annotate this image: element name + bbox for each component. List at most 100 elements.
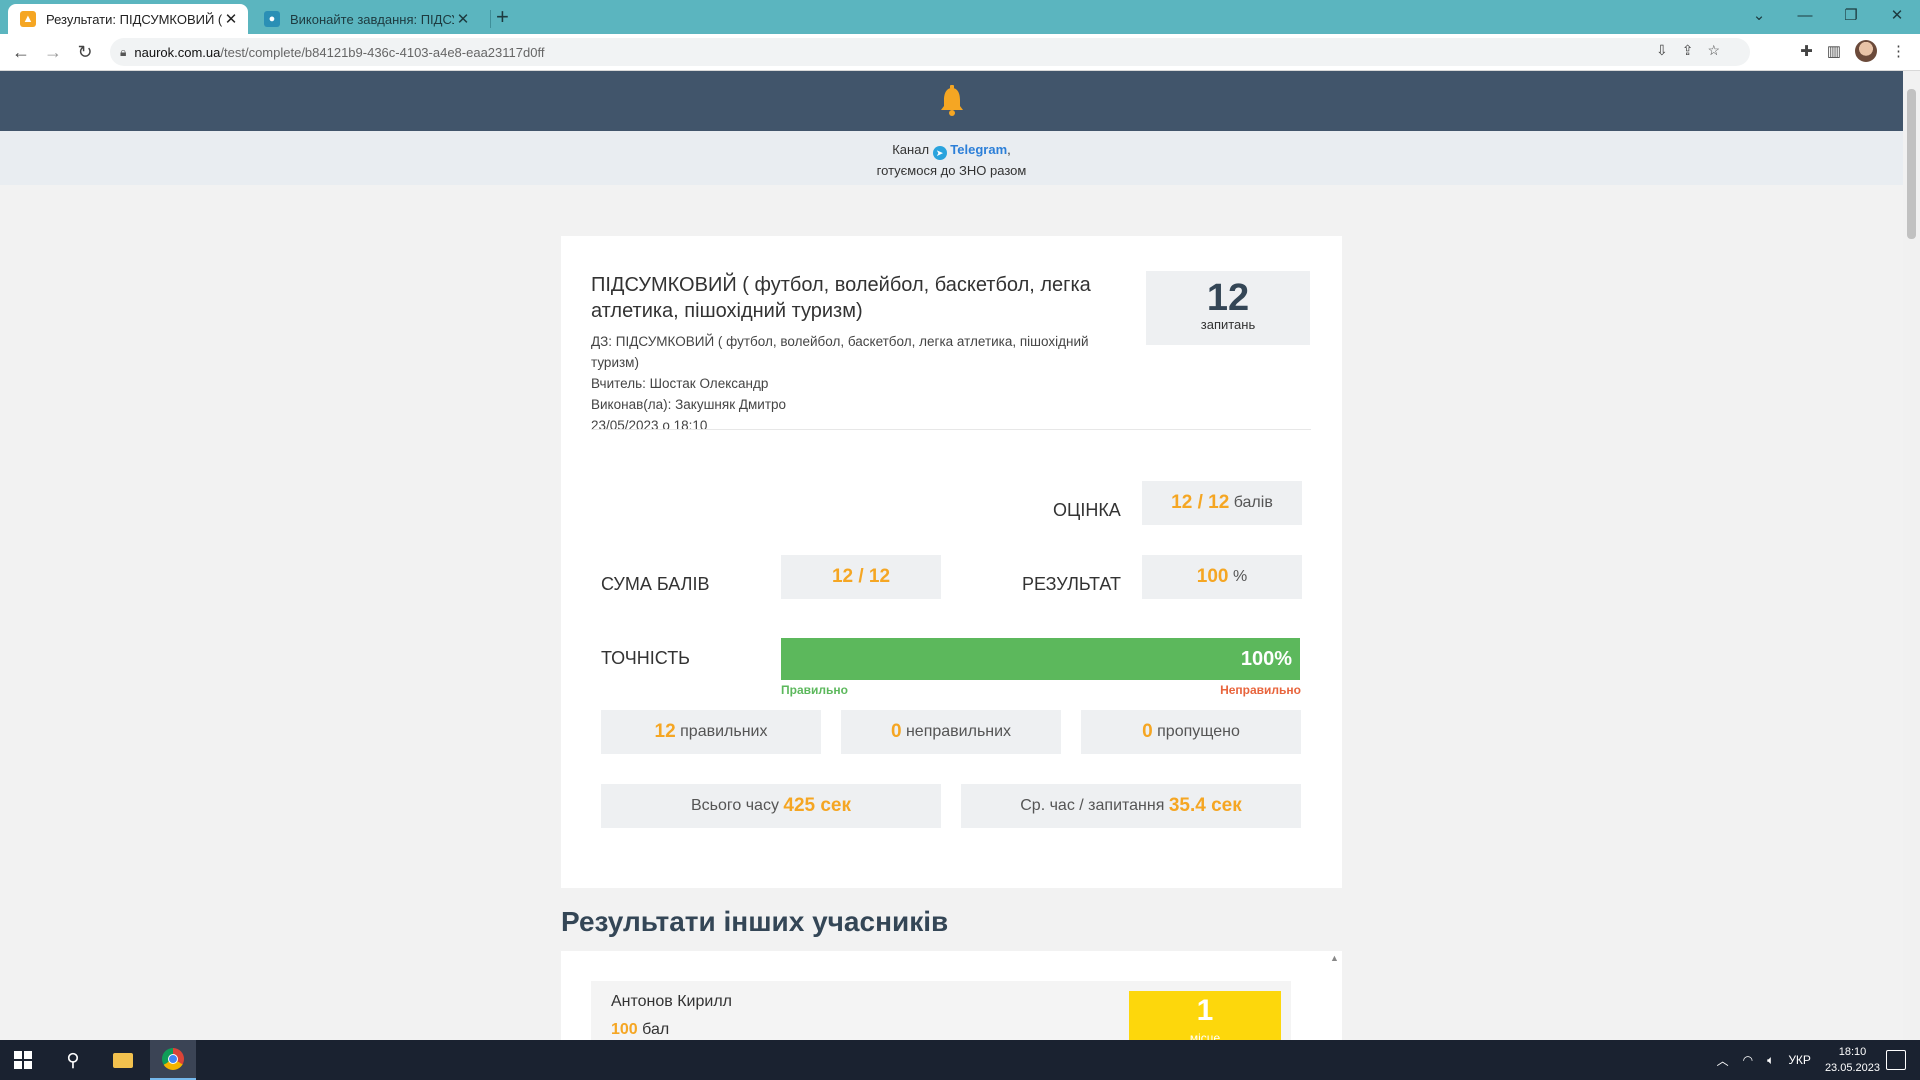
participant-points: 100 бал — [611, 1021, 670, 1038]
accuracy-value: 100% — [1240, 647, 1292, 670]
profile-avatar[interactable] — [1855, 40, 1877, 62]
student-line: Виконав(ла): Закушняк Дмитро — [591, 397, 787, 412]
incorrect-label: неправильних — [905, 723, 1012, 740]
correct-caption: Правильно — [781, 683, 848, 697]
participant-row[interactable]: Антонов Кирилл 100 бал 1 місце — [591, 981, 1291, 1040]
datetime-line: 23/05/2023 о 18:10 — [591, 418, 708, 433]
announce-line2: готуємося до ЗНО разом — [876, 163, 1027, 178]
share-icon[interactable]: ⇪ — [1682, 42, 1694, 59]
close-tab-icon[interactable]: ✕ — [222, 10, 240, 28]
teacher-line: Вчитель: Шостак Олександр — [591, 376, 769, 391]
tab-results[interactable]: ▲ Результати: ПІДСУМКОВИЙ ( фу ✕ — [8, 4, 248, 34]
participant-name: Антонов Кирилл — [611, 993, 732, 1010]
skipped-box: 0 пропущено — [1081, 710, 1301, 754]
avg-time-box: Ср. час / запитання 35.4 сек — [961, 784, 1301, 828]
tab-title: Результати: ПІДСУМКОВИЙ ( фу — [46, 11, 222, 27]
clock-time: 18:10 — [1838, 1046, 1867, 1058]
url-text: naurok.com.ua/test/complete/b84121b9-436… — [134, 44, 545, 60]
homework-line: ДЗ: ПІДСУМКОВИЙ ( футбол, волейбол, баск… — [591, 334, 1089, 370]
sum-value: 12 / 12 — [831, 566, 891, 587]
naurok-bell-logo-icon[interactable] — [935, 84, 969, 118]
incorrect-caption: Неправильно — [1220, 683, 1301, 697]
incorrect-count: 0 — [890, 721, 902, 742]
announce-prefix: Канал — [892, 142, 930, 157]
announce-suffix: , — [1007, 142, 1011, 157]
restore-icon[interactable]: ❐ — [1828, 0, 1874, 30]
incorrect-box: 0 неправильних — [841, 710, 1061, 754]
notifications-icon[interactable] — [1886, 1050, 1906, 1070]
accuracy-label: ТОЧНІСТЬ — [601, 648, 690, 668]
correct-count: 12 — [654, 721, 676, 742]
address-bar[interactable]: 🔒︎ naurok.com.ua/test/complete/b84121b9-… — [110, 38, 1750, 66]
others-heading: Результати інших учасників — [561, 906, 949, 937]
extensions-puzzle-icon[interactable]: ✚ — [1800, 42, 1813, 60]
skipped-label: пропущено — [1157, 723, 1240, 740]
total-time-label: Всього часу — [690, 797, 779, 814]
back-arrow-icon[interactable]: ← — [8, 39, 34, 65]
naurok-favicon-icon: ▲ — [20, 11, 36, 27]
new-tab-icon[interactable]: + — [496, 4, 509, 30]
browser-tab-strip: ▲ Результати: ПІДСУМКОВИЙ ( фу ✕ ● Викон… — [0, 0, 1920, 34]
forward-arrow-icon[interactable]: → — [40, 39, 66, 65]
chrome-taskbar-icon[interactable] — [150, 1040, 196, 1080]
menu-kebab-icon[interactable]: ⋮ — [1891, 42, 1906, 60]
windows-taskbar: ⚲ ︿ ◠ 🔈︎ УКР 18:10 23.05.2023 — [0, 1040, 1920, 1080]
search-icon[interactable]: ⚲ — [50, 1040, 96, 1080]
windows-start-icon[interactable] — [0, 1040, 46, 1080]
tab-search-icon[interactable]: ⌄ — [1736, 0, 1782, 30]
toolbar-actions: ✚ ▥ ⋮ — [1800, 40, 1920, 62]
language-indicator[interactable]: УКР — [1788, 1053, 1811, 1067]
volume-icon[interactable]: 🔈︎ — [1767, 1053, 1774, 1068]
telegram-announcement: Канал ➤ Telegram, готуємося до ЗНО разом — [0, 131, 1903, 185]
page-scrollbar[interactable] — [1903, 71, 1920, 1040]
tab-assignment[interactable]: ● Виконайте завдання: ПІДСУМК ✕ — [252, 4, 480, 34]
lock-icon: 🔒︎ — [120, 44, 127, 59]
site-header — [0, 71, 1903, 131]
grade-unit: балів — [1233, 494, 1273, 511]
correct-box: 12 правильних — [601, 710, 821, 754]
total-time-box: Всього часу 425 сек — [601, 784, 941, 828]
sum-label: СУМА БАЛІВ — [601, 574, 710, 594]
result-box: 100 % — [1142, 555, 1302, 599]
divider — [591, 429, 1311, 430]
tab-divider — [490, 10, 491, 28]
telegram-link[interactable]: Telegram — [950, 142, 1007, 157]
minimize-icon[interactable]: — — [1782, 0, 1828, 30]
tab-title: Виконайте завдання: ПІДСУМК — [290, 11, 454, 27]
file-explorer-icon[interactable] — [100, 1040, 146, 1080]
test-meta: ДЗ: ПІДСУМКОВИЙ ( футбол, волейбол, баск… — [591, 331, 1111, 436]
system-tray: ︿ ◠ 🔈︎ УКР 18:10 23.05.2023 — [1717, 1040, 1880, 1080]
place-badge: 1 місце — [1129, 991, 1281, 1040]
network-icon[interactable]: ◠ — [1743, 1053, 1753, 1067]
install-app-icon[interactable]: ⇩ — [1656, 42, 1668, 59]
others-list: Антонов Кирилл 100 бал 1 місце — [561, 951, 1342, 1040]
side-panel-icon[interactable]: ▥ — [1827, 42, 1841, 60]
tray-chevron-icon[interactable]: ︿ — [1717, 1052, 1729, 1069]
accuracy-bar: 100% — [781, 638, 1300, 680]
result-label: РЕЗУЛЬТАТ — [1022, 574, 1121, 594]
scrollbar-thumb[interactable] — [1907, 89, 1916, 239]
test-title: ПІДСУМКОВИЙ ( футбол, волейбол, баскетбо… — [591, 274, 1091, 322]
avg-time-label: Ср. час / запитання — [1020, 797, 1165, 814]
close-window-icon[interactable]: ✕ — [1874, 0, 1920, 30]
bookmark-star-icon[interactable]: ☆ — [1707, 42, 1720, 59]
browser-toolbar: ← → ↻ 🔒︎ naurok.com.ua/test/complete/b84… — [0, 34, 1920, 71]
skipped-count: 0 — [1142, 721, 1153, 742]
page-viewport: Канал ➤ Telegram, готуємося до ЗНО разом… — [0, 71, 1903, 1040]
grade-label: ОЦІНКА — [1053, 500, 1121, 520]
close-tab-icon[interactable]: ✕ — [454, 10, 472, 28]
clock[interactable]: 18:10 23.05.2023 — [1825, 1044, 1880, 1076]
grade-value: 12 / 12 — [1171, 492, 1230, 513]
reload-icon[interactable]: ↻ — [72, 39, 98, 65]
total-time-value: 425 сек — [783, 795, 852, 816]
avg-time-value: 35.4 сек — [1168, 795, 1242, 816]
scroll-up-arrow-icon[interactable]: ▲ — [1330, 953, 1339, 963]
omnibox-actions: ⇩ ⇪ ☆ — [1656, 42, 1720, 59]
clock-date: 23.05.2023 — [1824, 1062, 1880, 1074]
result-unit: % — [1232, 568, 1248, 585]
place-label: місце — [1189, 1031, 1221, 1040]
classroom-favicon-icon: ● — [264, 11, 280, 27]
result-card: ПІДСУМКОВИЙ ( футбол, волейбол, баскетбо… — [561, 236, 1342, 888]
questions-count: 12 — [1206, 277, 1250, 319]
result-value: 100 — [1196, 566, 1229, 587]
